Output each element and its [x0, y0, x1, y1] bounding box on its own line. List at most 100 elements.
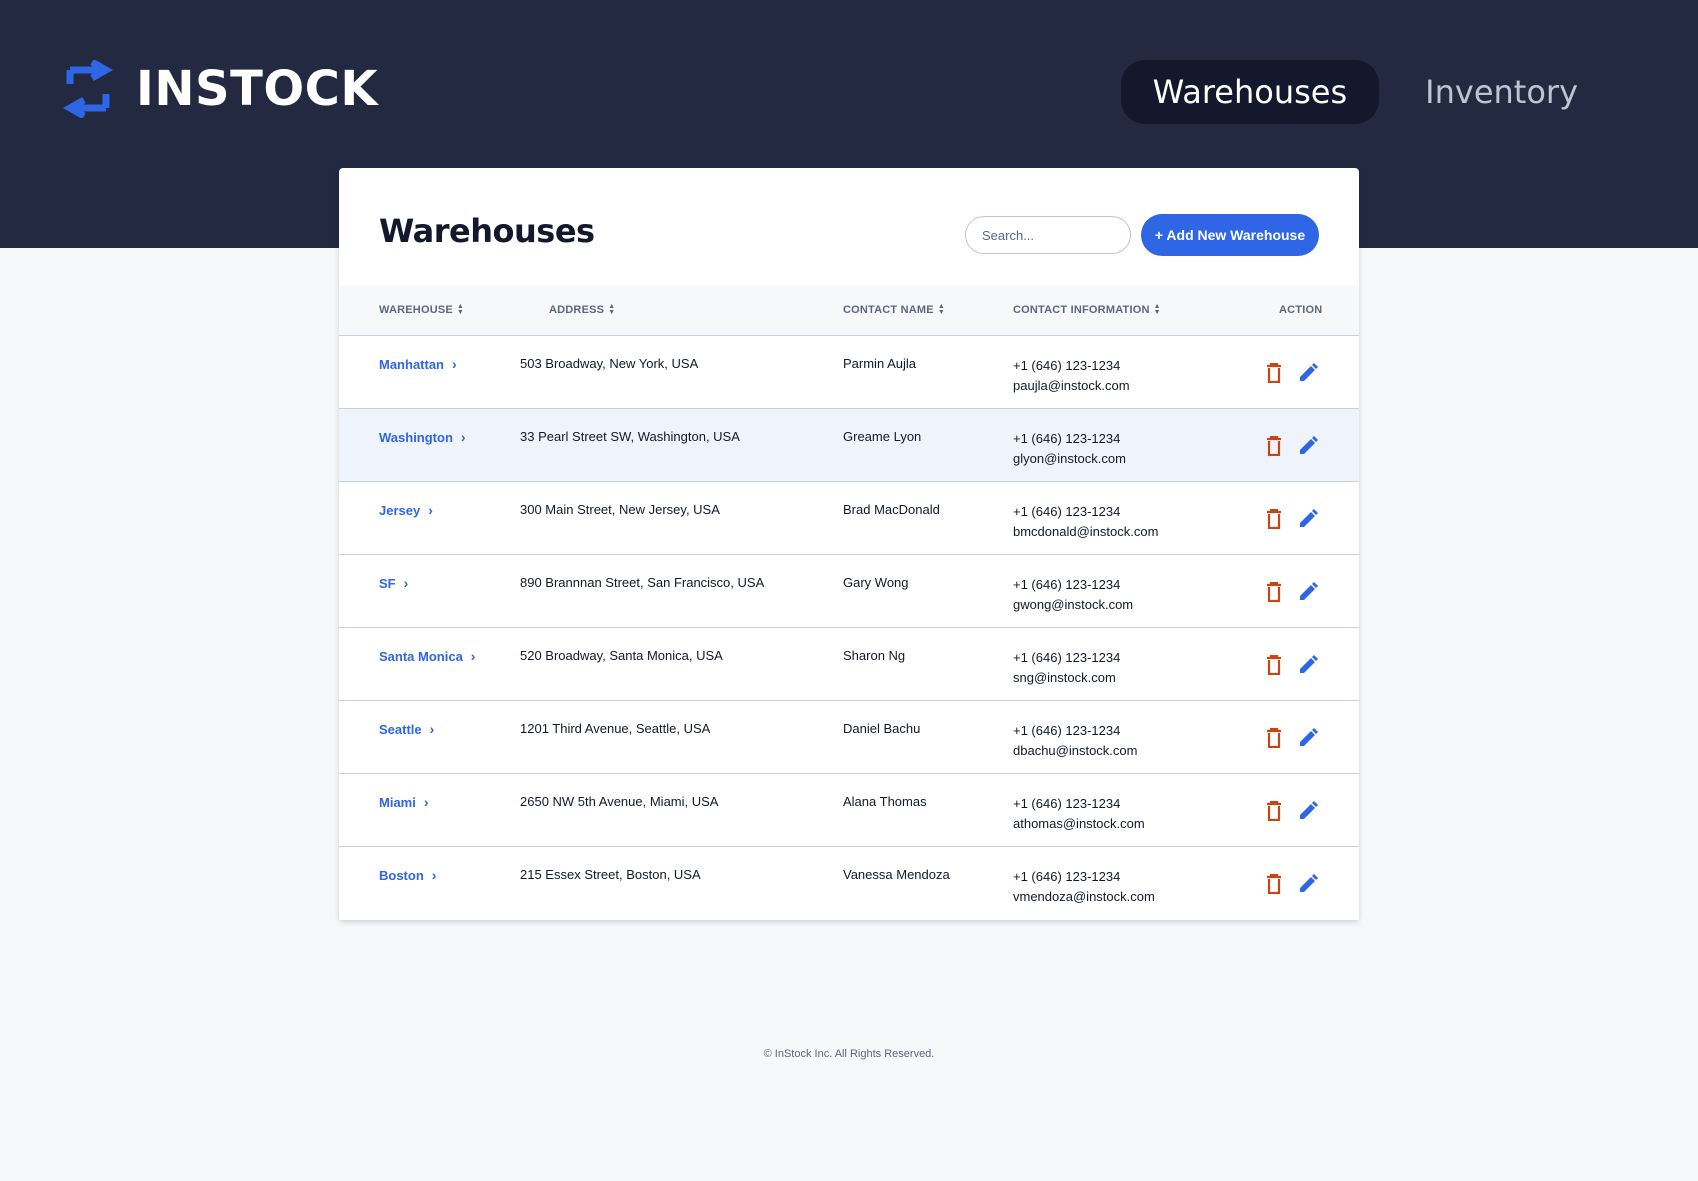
table-header: WAREHOUSE ▲ ▼ ADDRESS ▲ ▼ CONTACT NAME ▲ ▼ … — [339, 286, 1359, 336]
chevron-right-icon: › — [431, 867, 437, 883]
table-row: Washington › 33 Pearl Street SW, Washingt… — [339, 409, 1359, 482]
phone: +1 (646) 123-1234 — [1013, 431, 1121, 446]
contact-name: Gary Wong — [843, 575, 909, 590]
address: 33 Pearl Street SW, Washington, USA — [520, 429, 740, 444]
pencil-icon[interactable] — [1297, 654, 1319, 676]
trash-icon[interactable] — [1263, 800, 1285, 822]
column-action-label: ACTION — [1279, 304, 1323, 316]
table-row: Jersey › 300 Main Street, New Jersey, USA… — [339, 482, 1359, 555]
row-actions — [1263, 727, 1319, 749]
add-warehouse-button[interactable]: + Add New Warehouse — [1141, 214, 1319, 256]
trash-icon[interactable] — [1263, 654, 1285, 676]
contact-name: Parmin Aujla — [843, 356, 916, 371]
warehouse-link[interactable]: Miami › — [379, 794, 429, 810]
contact-info: +1 (646) 123-1234 sng@instock.com — [1013, 648, 1120, 688]
contact-info: +1 (646) 123-1234 paujla@instock.com — [1013, 356, 1130, 396]
row-actions — [1263, 654, 1319, 676]
contact-name: Daniel Bachu — [843, 721, 921, 736]
logo[interactable]: INSTOCK — [62, 60, 378, 118]
address: 215 Essex Street, Boston, USA — [520, 867, 701, 882]
chevron-right-icon: › — [429, 721, 435, 737]
table-row: Boston › 215 Essex Street, Boston, USA Va… — [339, 847, 1359, 920]
table-row: SF › 890 Brannnan Street, San Francisco, … — [339, 555, 1359, 628]
phone: +1 (646) 123-1234 — [1013, 504, 1121, 519]
phone: +1 (646) 123-1234 — [1013, 650, 1121, 665]
column-contact-info-label: CONTACT INFORMATION — [1013, 304, 1150, 316]
contact-name: Greame Lyon — [843, 429, 922, 444]
phone: +1 (646) 123-1234 — [1013, 577, 1121, 592]
row-actions — [1263, 581, 1319, 603]
row-actions — [1263, 508, 1319, 530]
email: sng@instock.com — [1013, 670, 1116, 685]
chevron-right-icon: › — [423, 794, 429, 810]
phone: +1 (646) 123-1234 — [1013, 358, 1121, 373]
row-actions — [1263, 435, 1319, 457]
warehouse-link[interactable]: Manhattan › — [379, 356, 457, 372]
sort-icon: ▲ ▼ — [937, 303, 945, 316]
warehouse-link[interactable]: Seattle › — [379, 721, 434, 737]
pencil-icon[interactable] — [1297, 800, 1319, 822]
logo-text: INSTOCK — [136, 61, 379, 117]
warehouse-name: SF — [379, 575, 396, 591]
pencil-icon[interactable] — [1297, 873, 1319, 895]
warehouse-link[interactable]: Jersey › — [379, 502, 433, 518]
chevron-right-icon: › — [460, 429, 466, 445]
contact-info: +1 (646) 123-1234 glyon@instock.com — [1013, 429, 1126, 469]
warehouse-link[interactable]: Washington › — [379, 429, 466, 445]
column-contact-name[interactable]: CONTACT NAME ▲ ▼ — [843, 303, 945, 316]
trash-icon[interactable] — [1263, 581, 1285, 603]
warehouse-name: Santa Monica — [379, 648, 463, 664]
contact-info: +1 (646) 123-1234 athomas@instock.com — [1013, 794, 1145, 834]
contact-name: Vanessa Mendoza — [843, 867, 950, 882]
pencil-icon[interactable] — [1297, 581, 1319, 603]
contact-name: Alana Thomas — [843, 794, 927, 809]
trash-icon[interactable] — [1263, 435, 1285, 457]
main-nav: Warehouses Inventory — [1120, 60, 1610, 124]
address: 890 Brannnan Street, San Francisco, USA — [520, 575, 765, 590]
email: vmendoza@instock.com — [1013, 889, 1155, 904]
phone: +1 (646) 123-1234 — [1013, 796, 1121, 811]
address: 520 Broadway, Santa Monica, USA — [520, 648, 723, 663]
trash-icon[interactable] — [1263, 727, 1285, 749]
search-input[interactable] — [965, 216, 1131, 254]
phone: +1 (646) 123-1234 — [1013, 869, 1121, 884]
column-contact-info[interactable]: CONTACT INFORMATION ▲ ▼ — [1013, 303, 1161, 316]
warehouse-name: Washington — [379, 429, 453, 445]
email: glyon@instock.com — [1013, 451, 1126, 466]
warehouse-link[interactable]: SF › — [379, 575, 408, 591]
column-action: ACTION — [1279, 304, 1322, 316]
trash-icon[interactable] — [1263, 362, 1285, 384]
table-row: Seattle › 1201 Third Avenue, Seattle, USA… — [339, 701, 1359, 774]
chevron-right-icon: › — [403, 575, 409, 591]
pencil-icon[interactable] — [1297, 508, 1319, 530]
address: 300 Main Street, New Jersey, USA — [520, 502, 720, 517]
footer: © InStock Inc. All Rights Reserved. — [763, 1048, 935, 1060]
warehouse-name: Manhattan — [379, 356, 444, 372]
nav-inventory[interactable]: Inventory — [1393, 60, 1610, 124]
column-address[interactable]: ADDRESS ▲ ▼ — [549, 303, 615, 316]
trash-icon[interactable] — [1263, 873, 1285, 895]
contact-info: +1 (646) 123-1234 vmendoza@instock.com — [1013, 867, 1155, 907]
column-warehouse-label: WAREHOUSE — [379, 304, 453, 316]
email: bmcdonald@instock.com — [1013, 524, 1159, 539]
pencil-icon[interactable] — [1297, 727, 1319, 749]
column-warehouse[interactable]: WAREHOUSE ▲ ▼ — [379, 303, 464, 316]
address: 1201 Third Avenue, Seattle, USA — [520, 721, 711, 736]
pencil-icon[interactable] — [1297, 435, 1319, 457]
row-actions — [1263, 800, 1319, 822]
contact-info: +1 (646) 123-1234 dbachu@instock.com — [1013, 721, 1137, 761]
warehouses-card: Warehouses + Add New Warehouse WAREHOUSE… — [339, 168, 1359, 920]
warehouse-link[interactable]: Boston › — [379, 867, 436, 883]
table-row: Santa Monica › 520 Broadway, Santa Monica… — [339, 628, 1359, 701]
column-contact-name-label: CONTACT NAME — [843, 304, 934, 316]
row-actions — [1263, 362, 1319, 384]
trash-icon[interactable] — [1263, 508, 1285, 530]
contact-name: Brad MacDonald — [843, 502, 940, 517]
nav-warehouses[interactable]: Warehouses — [1120, 60, 1380, 124]
pencil-icon[interactable] — [1297, 362, 1319, 384]
warehouse-name: Jersey — [379, 502, 421, 518]
warehouse-link[interactable]: Santa Monica › — [379, 648, 475, 664]
chevron-right-icon: › — [470, 648, 476, 664]
contact-name: Sharon Ng — [843, 648, 906, 663]
email: athomas@instock.com — [1013, 816, 1145, 831]
